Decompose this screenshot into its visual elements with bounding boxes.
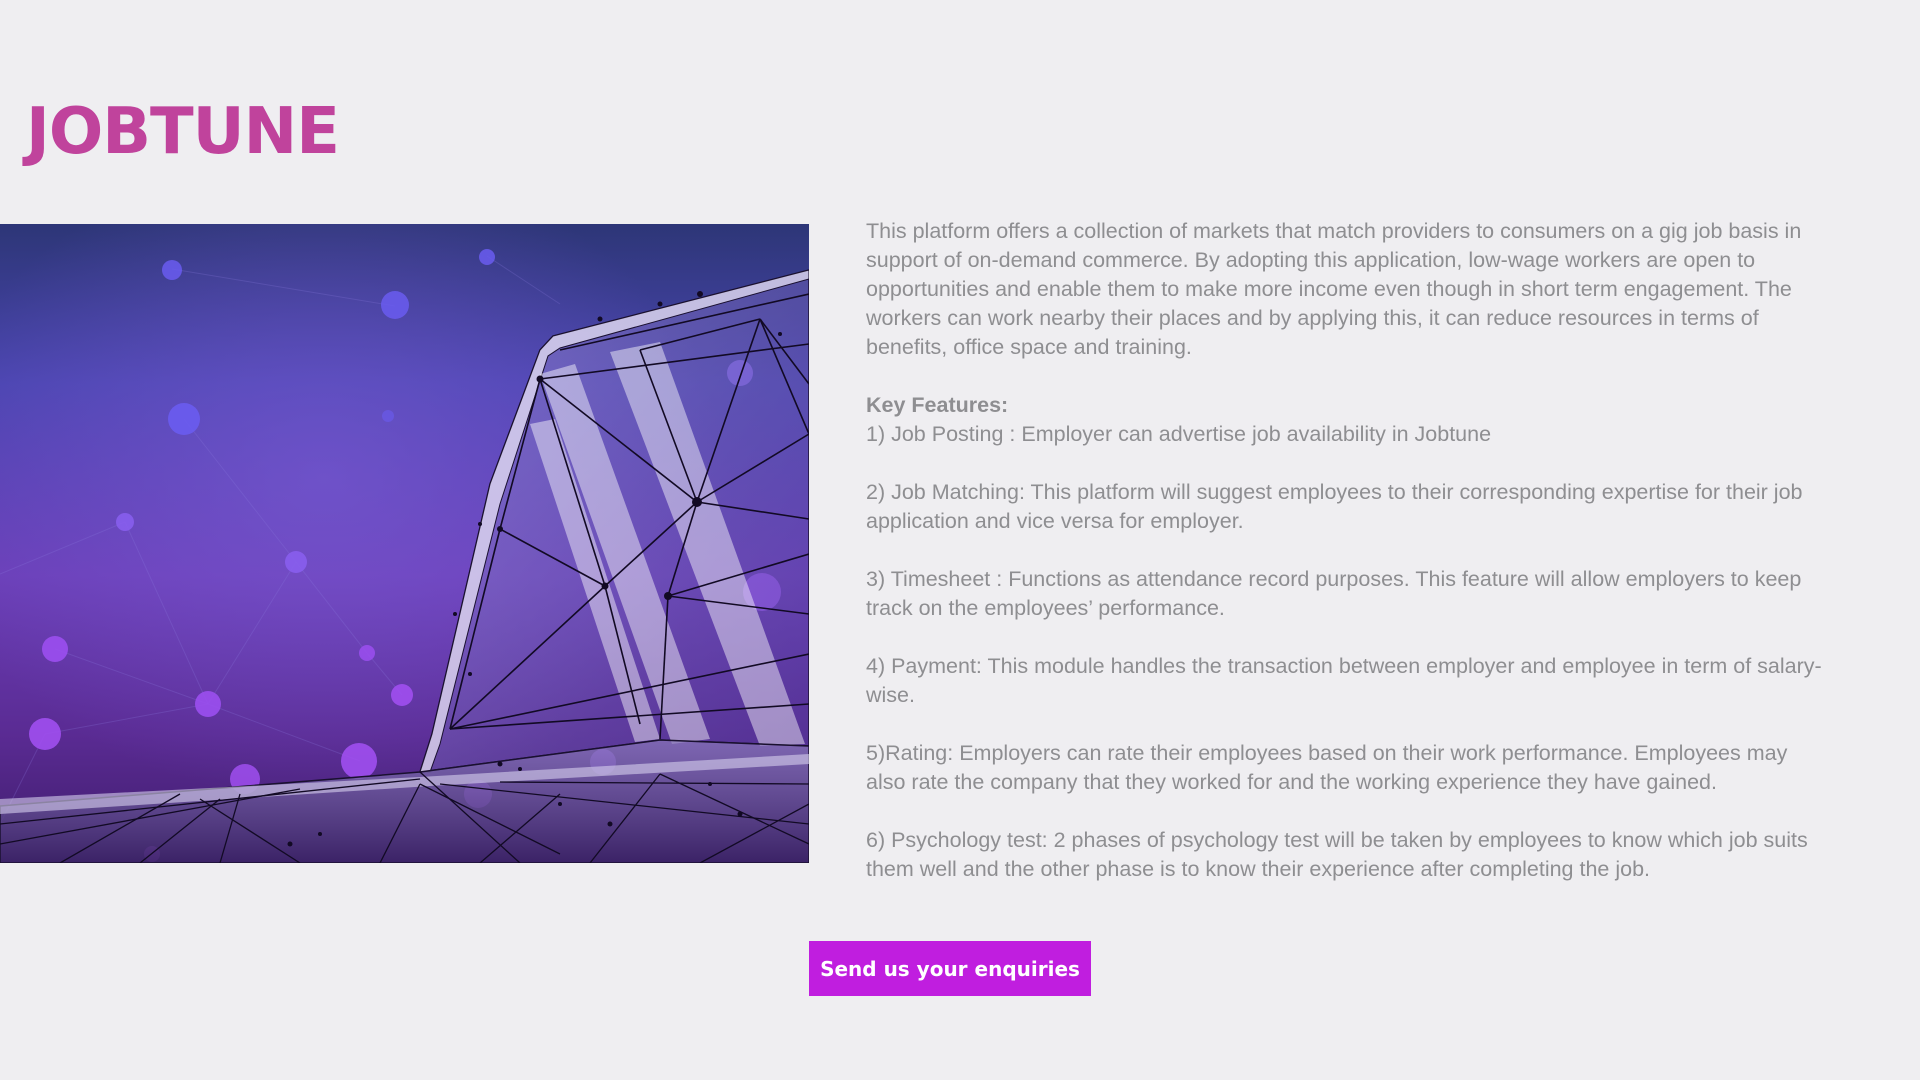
send-enquiries-button[interactable]: Send us your enquiries [809, 941, 1091, 996]
feature-rating: 5)Rating: Employers can rate their emplo… [866, 741, 1788, 794]
feature-job-posting: 1) Job Posting : Employer can advertise … [866, 422, 1492, 446]
feature-timesheet: 3) Timesheet : Functions as attendance r… [866, 567, 1802, 620]
feature-psychology-test: 6) Psychology test: 2 phases of psycholo… [866, 828, 1808, 881]
description-block: This platform offers a collection of mar… [866, 217, 1826, 884]
feature-payment: 4) Payment: This module handles the tran… [866, 654, 1822, 707]
wireframe-laptop-illustration [0, 224, 809, 863]
features-heading: Key Features: [866, 393, 1009, 417]
features-list: 1) Job Posting : Employer can advertise … [866, 420, 1826, 884]
feature-job-matching: 2) Job Matching: This platform will sugg… [866, 480, 1803, 533]
brand-title: JOBTUNE [26, 95, 340, 169]
hero-image [0, 224, 809, 863]
intro-paragraph: This platform offers a collection of mar… [866, 219, 1802, 359]
